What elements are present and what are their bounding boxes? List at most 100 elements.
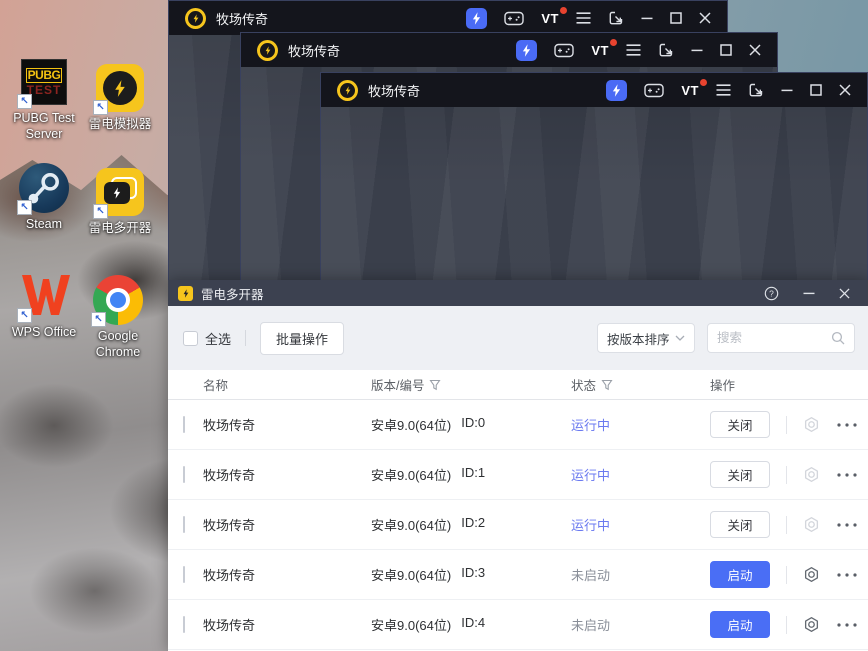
- instance-name: 牧场传奇: [203, 468, 256, 483]
- filter-icon[interactable]: [429, 379, 442, 391]
- search-box[interactable]: [707, 323, 855, 353]
- instance-table-body: 牧场传奇 安卓9.0(64位) ID:0 运行中 关闭 牧场传奇 安卓9.0(6…: [168, 400, 868, 650]
- minimize-icon[interactable]: [641, 12, 653, 24]
- icon-label: 雷电模拟器: [88, 117, 152, 131]
- maximize-icon[interactable]: [670, 12, 682, 24]
- shortcut-arrow-icon: ↖: [17, 200, 32, 215]
- gamepad-icon[interactable]: [644, 83, 665, 98]
- instance-table-header: 名称 版本/编号 状态 操作: [168, 370, 868, 400]
- minimize-icon[interactable]: [803, 287, 815, 299]
- vt-virtualization-indicator[interactable]: VT: [541, 6, 567, 26]
- launch-multiplayer-icon[interactable]: [608, 10, 624, 26]
- desktop-icon-ldplayer[interactable]: ↖ 雷电模拟器: [80, 64, 160, 133]
- instance-status: 运行中: [571, 468, 611, 483]
- instance-row[interactable]: 牧场传奇 安卓9.0(64位) ID:3 未启动 启动: [168, 550, 868, 600]
- desktop-icon-pubg-test-server[interactable]: PUBG TEST ↖ PUBG Test Server: [4, 58, 84, 142]
- instance-id: ID:1: [461, 465, 486, 480]
- emulator-window-title: 牧场传奇: [216, 11, 269, 27]
- emulator-titlebar[interactable]: 牧场传奇 VT: [321, 73, 867, 107]
- instance-action-button[interactable]: 关闭: [710, 411, 770, 438]
- filter-icon[interactable]: [601, 379, 613, 391]
- row-checkbox[interactable]: [183, 416, 185, 433]
- close-icon[interactable]: [839, 84, 851, 96]
- settings-gear-icon[interactable]: [803, 566, 820, 583]
- instance-name: 牧场传奇: [203, 518, 256, 533]
- desktop-icon-steam[interactable]: ↖ Steam: [4, 163, 84, 233]
- pubg-icon: PUBG TEST ↖: [17, 58, 68, 109]
- batch-operation-button[interactable]: 批量操作: [260, 321, 345, 355]
- header-status: 状态: [571, 379, 597, 393]
- manager-toolbar: 全选 批量操作 按版本排序: [168, 306, 868, 370]
- instance-action-button[interactable]: 关闭: [710, 461, 770, 488]
- close-icon[interactable]: [749, 44, 761, 56]
- desktop-icon-ld-multiplayer[interactable]: ↖ 雷电多开器: [80, 168, 160, 237]
- more-options-icon[interactable]: [837, 422, 857, 427]
- emulator-window-title: 牧场传奇: [288, 43, 341, 59]
- action-divider: [786, 615, 787, 634]
- more-options-icon[interactable]: [837, 472, 857, 477]
- row-checkbox[interactable]: [183, 466, 185, 483]
- help-icon[interactable]: ?: [764, 286, 779, 301]
- multiplayer-manager-window: 雷电多开器 ? 全选 批量操作 按版本排序 名称 版本/编号 状态 操作: [168, 280, 868, 651]
- maximize-icon[interactable]: [720, 44, 732, 56]
- search-input[interactable]: [717, 331, 831, 345]
- emulator-screen[interactable]: [321, 107, 867, 280]
- desktop-icon-wps-office[interactable]: ↖ WPS Office: [4, 272, 84, 341]
- minimize-icon[interactable]: [691, 44, 703, 56]
- select-all-checkbox[interactable]: [183, 330, 198, 346]
- vt-virtualization-indicator[interactable]: VT: [591, 38, 617, 58]
- ld-multiplayer-icon: ↖: [93, 168, 144, 219]
- close-icon[interactable]: [699, 12, 711, 24]
- gamepad-icon[interactable]: [554, 43, 575, 58]
- more-options-icon[interactable]: [837, 522, 857, 527]
- instance-name: 牧场传奇: [203, 618, 256, 633]
- ldplayer-logo-icon: [257, 39, 278, 61]
- ldplayer-logo-icon: [185, 7, 206, 29]
- row-checkbox[interactable]: [183, 516, 185, 533]
- menu-icon[interactable]: [626, 44, 641, 56]
- emulator-titlebar[interactable]: 牧场传奇 VT: [241, 33, 777, 67]
- gamepad-icon[interactable]: [504, 11, 525, 26]
- manager-app-icon: [178, 285, 193, 301]
- settings-gear-icon[interactable]: [803, 416, 820, 433]
- action-divider: [786, 415, 787, 434]
- menu-icon[interactable]: [716, 84, 731, 96]
- instance-row[interactable]: 牧场传奇 安卓9.0(64位) ID:0 运行中 关闭: [168, 400, 868, 450]
- instance-status: 未启动: [571, 568, 611, 583]
- instance-action-button[interactable]: 启动: [710, 611, 770, 638]
- maximize-icon[interactable]: [810, 84, 822, 96]
- vt-virtualization-indicator[interactable]: VT: [681, 78, 707, 98]
- sort-dropdown[interactable]: 按版本排序: [597, 323, 695, 353]
- instance-id: ID:4: [461, 615, 486, 630]
- more-options-icon[interactable]: [837, 572, 857, 577]
- instance-action-button[interactable]: 启动: [710, 561, 770, 588]
- instance-row[interactable]: 牧场传奇 安卓9.0(64位) ID:1 运行中 关闭: [168, 450, 868, 500]
- instance-row[interactable]: 牧场传奇 安卓9.0(64位) ID:2 运行中 关闭: [168, 500, 868, 550]
- settings-gear-icon[interactable]: [803, 616, 820, 633]
- close-icon[interactable]: [839, 287, 850, 299]
- boost-icon[interactable]: [466, 7, 488, 29]
- emulator-window-title: 牧场传奇: [368, 83, 421, 99]
- icon-label: WPS Office: [11, 325, 77, 339]
- settings-gear-icon[interactable]: [803, 466, 820, 483]
- launch-multiplayer-icon[interactable]: [658, 42, 674, 58]
- instance-status: 运行中: [571, 418, 611, 433]
- launch-multiplayer-icon[interactable]: [748, 82, 764, 98]
- manager-titlebar[interactable]: 雷电多开器 ?: [168, 280, 868, 306]
- minimize-icon[interactable]: [781, 84, 793, 96]
- header-version: 版本/编号: [371, 379, 425, 393]
- row-checkbox[interactable]: [183, 566, 185, 583]
- desktop-icon-google-chrome[interactable]: ↖ Google Chrome: [78, 275, 158, 360]
- boost-icon[interactable]: [516, 39, 538, 61]
- more-options-icon[interactable]: [837, 622, 857, 627]
- emulator-titlebar[interactable]: 牧场传奇 VT: [169, 1, 727, 35]
- row-checkbox[interactable]: [183, 616, 185, 633]
- instance-row[interactable]: 牧场传奇 安卓9.0(64位) ID:4 未启动 启动: [168, 600, 868, 650]
- instance-status: 运行中: [571, 518, 611, 533]
- settings-gear-icon[interactable]: [803, 516, 820, 533]
- menu-icon[interactable]: [576, 12, 591, 24]
- boost-icon[interactable]: [606, 79, 628, 101]
- shortcut-arrow-icon: ↖: [17, 94, 32, 109]
- instance-action-button[interactable]: 关闭: [710, 511, 770, 538]
- chevron-down-icon: [675, 335, 685, 341]
